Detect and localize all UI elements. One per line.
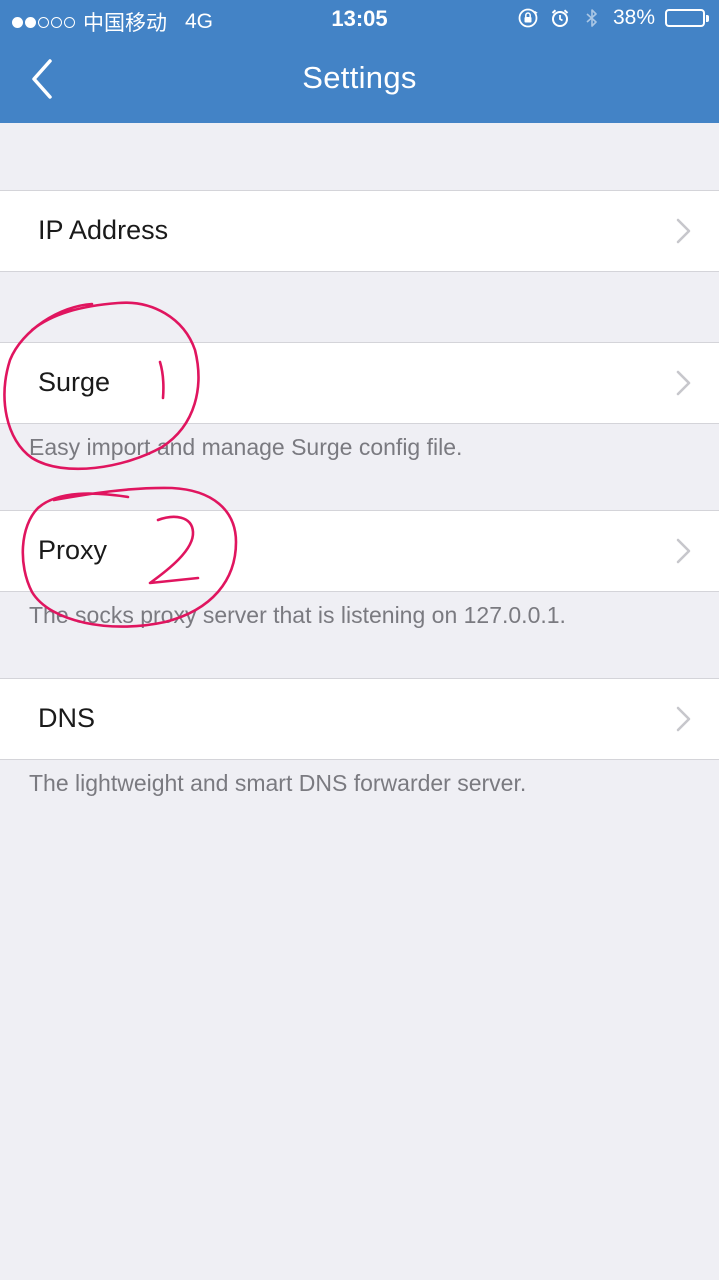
settings-row-dns[interactable]: DNS <box>0 678 719 760</box>
row-label-proxy: Proxy <box>38 535 108 565</box>
chevron-right-icon <box>676 706 691 732</box>
chevron-right-icon <box>676 370 691 396</box>
page-title: Settings <box>302 60 417 95</box>
section-footer-proxy: The socks proxy server that is listening… <box>29 602 566 628</box>
settings-row-proxy[interactable]: Proxy <box>0 510 719 592</box>
section-footer-surge: Easy import and manage Surge config file… <box>29 434 463 460</box>
settings-row-ip-address[interactable]: IP Address <box>0 190 719 272</box>
status-right: 38% <box>517 6 709 30</box>
settings-row-surge[interactable]: Surge <box>0 342 719 424</box>
battery-icon <box>665 9 709 27</box>
row-label-surge: Surge <box>38 367 111 397</box>
alarm-icon <box>551 9 569 27</box>
status-bar: 中国移动 4G 13:05 38% <box>0 0 719 40</box>
battery-percentage: 38% <box>612 6 655 29</box>
row-label-dns: DNS <box>38 703 96 733</box>
orientation-lock-icon <box>518 8 538 28</box>
chevron-right-icon <box>676 538 691 564</box>
chevron-right-icon <box>676 218 691 244</box>
section-footer-dns: The lightweight and smart DNS forwarder … <box>29 770 527 796</box>
bluetooth-icon <box>586 9 597 27</box>
navigation-header: 中国移动 4G 13:05 38% Settings <box>0 0 719 123</box>
row-label-ip-address: IP Address <box>38 215 169 245</box>
